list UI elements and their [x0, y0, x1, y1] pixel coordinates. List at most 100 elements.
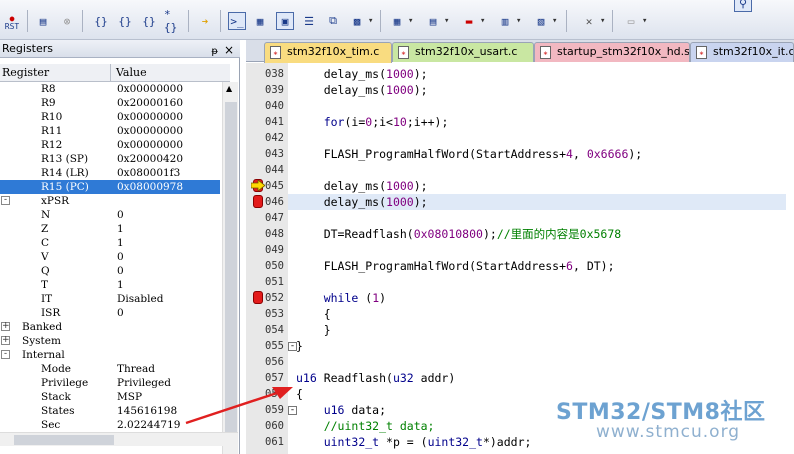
register-row[interactable]: ISR 0 [0, 306, 220, 320]
register-row[interactable]: - Internal [0, 348, 220, 362]
analysis-icon[interactable]: ▬ [460, 12, 486, 30]
register-value[interactable]: 0x20000420 [117, 152, 183, 166]
code-line[interactable]: delay_ms(1000); [288, 194, 786, 210]
show-next-statement-icon[interactable]: ➔ [196, 12, 214, 30]
register-row[interactable]: + Banked [0, 320, 220, 334]
register-row[interactable]: Stack MSP [0, 390, 220, 404]
line-gutter[interactable]: 038 039 040 041 042 043 044 045 046 047 048 049 050 0… [246, 63, 297, 454]
register-row[interactable]: R12 0x00000000 [0, 138, 220, 152]
register-row[interactable]: R10 0x00000000 [0, 110, 220, 124]
register-row[interactable]: IT Disabled [0, 292, 220, 306]
code-line[interactable]: delay_ms(1000); [296, 178, 794, 194]
stop-icon[interactable]: ⊗ [58, 12, 76, 30]
code-line[interactable] [296, 130, 794, 146]
register-value[interactable]: 0 [117, 306, 124, 320]
collapse-icon[interactable]: - [1, 196, 10, 205]
reset-icon[interactable]: ▤ [34, 12, 52, 30]
watch-icon[interactable]: ▩ [348, 12, 374, 30]
tab-file[interactable]: ⁎ stm32f10x_it.c [690, 42, 794, 62]
register-row[interactable]: Z1 [0, 222, 220, 236]
code-line[interactable] [296, 162, 794, 178]
register-row[interactable]: C1 [0, 236, 220, 250]
code-line[interactable]: } [296, 338, 794, 354]
register-value[interactable]: 1 [117, 222, 124, 236]
code-line[interactable] [296, 274, 794, 290]
register-value[interactable]: 0 [117, 250, 124, 264]
code-line[interactable]: u16 Readflash(u32 addr) [296, 370, 794, 386]
memory-icon[interactable]: ▦ [388, 12, 414, 30]
expand-icon[interactable]: + [1, 322, 10, 331]
window-icon[interactable]: ▭ [622, 12, 648, 30]
register-row[interactable]: V0 [0, 250, 220, 264]
serial-icon[interactable]: ▤ [424, 12, 450, 30]
code-line[interactable]: DT=Readflash(0x08010800);//里面的内容是0x5678 [296, 226, 794, 242]
register-value[interactable]: 1 [117, 236, 124, 250]
column-header-register[interactable]: Register [2, 66, 49, 79]
register-value[interactable]: 0x080001f3 [117, 166, 180, 180]
register-value[interactable]: 0 [117, 264, 124, 278]
register-value[interactable]: Thread [117, 362, 155, 376]
register-row[interactable]: R15 (PC) 0x08000978 [0, 180, 220, 194]
register-value[interactable]: 0x20000160 [117, 96, 183, 110]
column-header-value[interactable]: Value [116, 66, 147, 79]
scroll-thumb[interactable] [225, 102, 237, 432]
step-into-icon[interactable]: {} [92, 12, 110, 30]
register-row[interactable]: Mode Thread [0, 362, 220, 376]
register-value[interactable]: 0x00000000 [117, 82, 183, 96]
scroll-thumb[interactable] [14, 435, 114, 445]
registers-icon[interactable]: ☰ [300, 12, 318, 30]
register-row[interactable]: R14 (LR) 0x080001f3 [0, 166, 220, 180]
register-row[interactable]: States 145616198 [0, 404, 220, 418]
code-line[interactable]: FLASH_ProgramHalfWord(StartAddress+6, DT… [296, 258, 794, 274]
code-line[interactable]: delay_ms(1000); [296, 66, 794, 82]
search-icon[interactable]: ⚲ [734, 0, 752, 12]
register-value[interactable]: 145616198 [117, 404, 177, 418]
code-line[interactable]: { [296, 306, 794, 322]
disassembly-icon[interactable]: ▦ [251, 12, 269, 30]
code-line[interactable] [296, 242, 794, 258]
breakpoint-icon[interactable] [253, 291, 263, 304]
code-line[interactable] [296, 354, 794, 370]
horizontal-scrollbar[interactable] [0, 432, 238, 446]
register-row[interactable]: + System [0, 334, 220, 348]
symbols-icon[interactable]: ▣ [276, 12, 294, 30]
register-row[interactable]: - xPSR [0, 194, 220, 208]
rst-icon[interactable]: ● RST [3, 14, 21, 32]
code-line[interactable]: for(i=0;i<10;i++); [296, 114, 794, 130]
code-line[interactable]: delay_ms(1000); [296, 82, 794, 98]
expand-icon[interactable]: + [1, 336, 10, 345]
code-line[interactable] [296, 98, 794, 114]
pin-icon[interactable]: ᵽ [211, 43, 218, 61]
register-row[interactable]: Sec 2.02244719 [0, 418, 220, 432]
tab-file[interactable]: ⁎ stm32f10x_tim.c [264, 42, 392, 63]
register-value[interactable]: Disabled [117, 292, 163, 306]
register-value[interactable]: 0 [117, 208, 124, 222]
run-to-cursor-icon[interactable]: *{} [164, 8, 182, 34]
breakpoint-icon[interactable] [253, 195, 263, 208]
collapse-icon[interactable]: - [1, 350, 10, 359]
system-viewer-icon[interactable]: ▧ [532, 12, 558, 30]
register-row[interactable]: R13 (SP) 0x20000420 [0, 152, 220, 166]
trace-icon[interactable]: ▥ [496, 12, 522, 30]
register-row[interactable]: Privilege Privileged [0, 376, 220, 390]
register-row[interactable]: Q0 [0, 264, 220, 278]
code-line[interactable]: } [296, 322, 794, 338]
step-out-icon[interactable]: {} [140, 12, 158, 30]
register-row[interactable]: N0 [0, 208, 220, 222]
register-row[interactable]: R8 0x00000000 [0, 82, 220, 96]
vertical-scrollbar[interactable]: ▲ ▼ [222, 82, 238, 454]
code-line[interactable]: while (1) [296, 290, 794, 306]
register-value[interactable]: 0x00000000 [117, 124, 183, 138]
register-value[interactable]: 2.02244719 [117, 418, 180, 432]
tab-file[interactable]: ⁎ startup_stm32f10x_hd.s [534, 42, 690, 62]
register-value[interactable]: 0x00000000 [117, 138, 183, 152]
register-value[interactable]: 1 [117, 278, 124, 292]
register-row[interactable]: T1 [0, 278, 220, 292]
register-row[interactable]: R11 0x00000000 [0, 124, 220, 138]
tab-file[interactable]: ⁎ stm32f10x_usart.c [392, 42, 534, 62]
register-row[interactable]: R9 0x20000160 [0, 96, 220, 110]
code-line[interactable]: FLASH_ProgramHalfWord(StartAddress+4, 0x… [296, 146, 794, 162]
register-value[interactable]: Privileged [117, 376, 171, 390]
register-value[interactable]: MSP [117, 390, 142, 404]
call-stack-icon[interactable]: ⧉ [324, 12, 342, 30]
